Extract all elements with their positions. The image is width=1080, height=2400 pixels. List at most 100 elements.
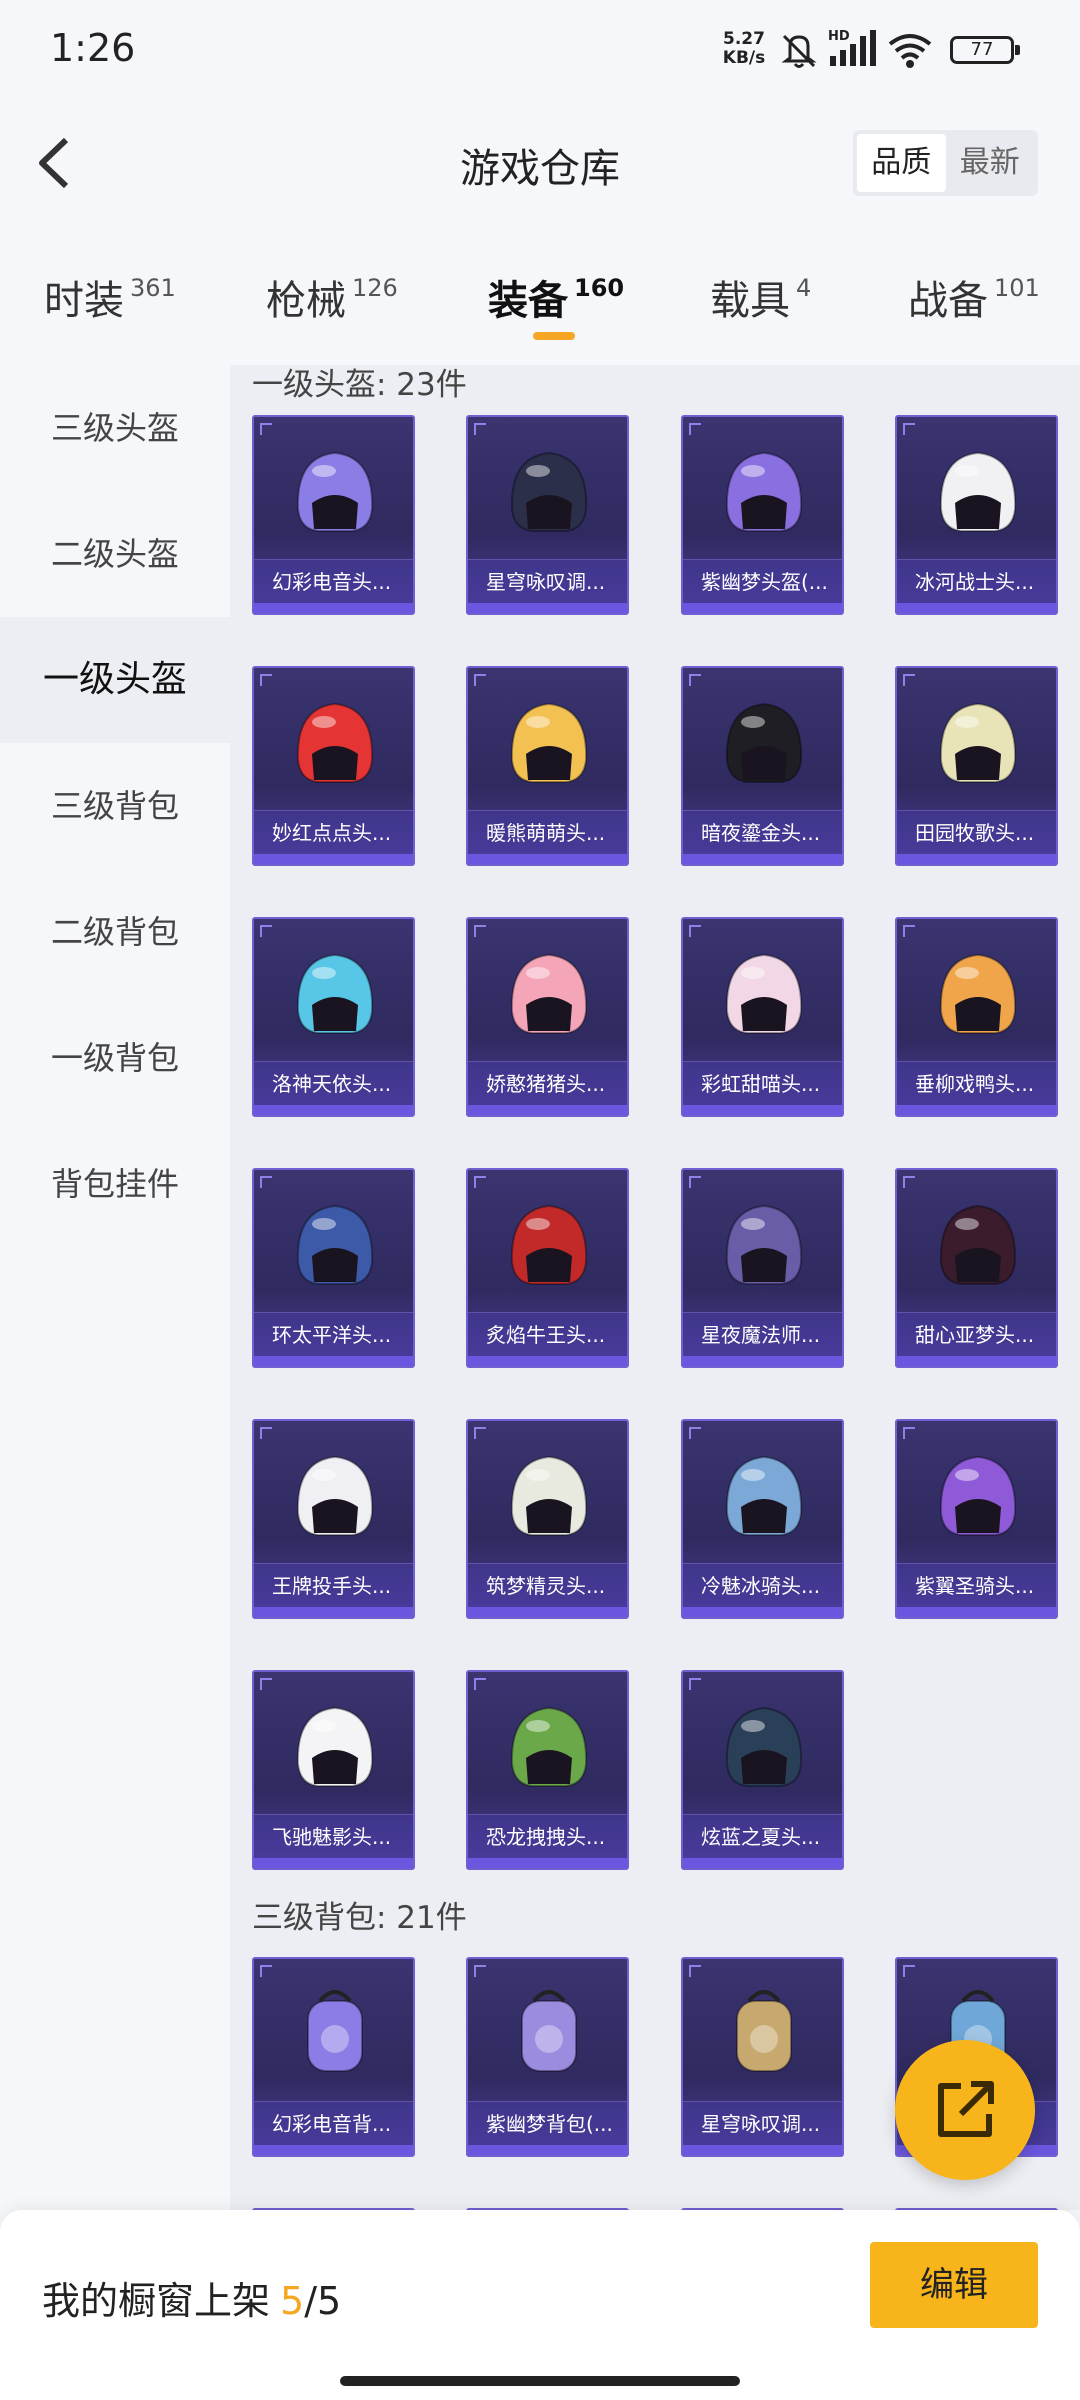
- item-name: 星夜魔法师...: [683, 1312, 842, 1356]
- backpack-icon: [736, 1990, 792, 2072]
- rarity-bar: [683, 2145, 842, 2155]
- helmet-icon: [939, 953, 1017, 1034]
- item-card[interactable]: 飞驰魅影头...: [252, 1670, 415, 1870]
- tab-label: 战备: [908, 278, 988, 324]
- card-corner-decoration: [903, 423, 915, 435]
- tab-count: 101: [994, 274, 1040, 302]
- battery-indicator: 77: [950, 36, 1020, 64]
- tab-count: 160: [574, 274, 625, 302]
- item-card[interactable]: 炙焰牛王头...: [466, 1168, 629, 1368]
- rarity-bar: [468, 2145, 627, 2155]
- item-name: 环太平洋头...: [254, 1312, 413, 1356]
- side-item-level3-backpack[interactable]: 三级背包: [0, 743, 230, 869]
- item-card[interactable]: 垂柳戏鸭头...: [895, 917, 1058, 1117]
- sort-quality-button[interactable]: 品质: [857, 134, 946, 192]
- bottom-bar: 我的橱窗上架 5/5 编辑: [0, 2210, 1080, 2400]
- item-card[interactable]: 暖熊萌萌头...: [466, 666, 629, 866]
- rarity-bar: [683, 1858, 842, 1868]
- helmet-icon: [939, 1455, 1017, 1536]
- item-name: 恐龙拽拽头...: [468, 1814, 627, 1858]
- category-tabs: 时装 361 枪械 126 装备 160 载具 4 战备 101: [0, 250, 1080, 350]
- card-corner-decoration: [474, 1427, 486, 1439]
- item-card[interactable]: 紫翼圣骑头...: [895, 1419, 1058, 1619]
- item-card[interactable]: 娇憨猪猪头...: [466, 917, 629, 1117]
- helmet-icon: [296, 953, 374, 1034]
- item-card[interactable]: 冷魅冰骑头...: [681, 1419, 844, 1619]
- side-item-backpack-charm[interactable]: 背包挂件: [0, 1121, 230, 1247]
- tab-vehicles[interactable]: 载具 4: [710, 268, 811, 326]
- side-item-level1-helmet[interactable]: 一级头盔: [0, 617, 230, 743]
- item-card[interactable]: 紫幽梦头盔(...: [681, 415, 844, 615]
- side-item-level2-helmet[interactable]: 二级头盔: [0, 491, 230, 617]
- tab-combat-gear[interactable]: 战备 101: [908, 268, 1040, 326]
- home-indicator[interactable]: [340, 2376, 740, 2386]
- edit-button[interactable]: 编辑: [870, 2242, 1038, 2328]
- item-card[interactable]: 田园牧歌头...: [895, 666, 1058, 866]
- item-name: 筑梦精灵头...: [468, 1563, 627, 1607]
- item-card[interactable]: 炫蓝之夏头...: [681, 1670, 844, 1870]
- tab-equipment[interactable]: 装备 160: [488, 268, 624, 326]
- rarity-bar: [683, 1105, 842, 1115]
- side-menu: 三级头盔 二级头盔 一级头盔 三级背包 二级背包 一级背包 背包挂件: [0, 365, 230, 2210]
- item-name: 星穹咏叹调...: [468, 559, 627, 603]
- card-corner-decoration: [260, 423, 272, 435]
- rarity-bar: [683, 854, 842, 864]
- item-card[interactable]: 星穹咏叹调...: [466, 415, 629, 615]
- card-corner-decoration: [260, 1176, 272, 1188]
- rarity-bar: [254, 603, 413, 613]
- item-card[interactable]: 星穹咏叹调...: [681, 1957, 844, 2157]
- item-card[interactable]: 环太平洋头...: [252, 1168, 415, 1368]
- item-card[interactable]: 幻彩电音背...: [252, 1957, 415, 2157]
- item-card[interactable]: 幻彩电音头...: [252, 415, 415, 615]
- showcase-current: 5: [280, 2279, 305, 2323]
- header: 游戏仓库 品质 最新: [0, 100, 1080, 230]
- item-card[interactable]: 冰河战士头...: [895, 415, 1058, 615]
- side-item-level1-backpack[interactable]: 一级背包: [0, 995, 230, 1121]
- sort-toggle: 品质 最新: [853, 130, 1038, 196]
- item-card[interactable]: 筑梦精灵头...: [466, 1419, 629, 1619]
- helmet-icon: [725, 451, 803, 532]
- helmet-icon: [510, 702, 588, 783]
- item-card[interactable]: 恐龙拽拽头...: [466, 1670, 629, 1870]
- helmet-icon: [296, 1204, 374, 1285]
- card-corner-decoration: [474, 1176, 486, 1188]
- tab-count: 126: [352, 274, 398, 302]
- card-corner-decoration: [689, 1427, 701, 1439]
- item-card[interactable]: 洛神天依头...: [252, 917, 415, 1117]
- item-name: 飞驰魅影头...: [254, 1814, 413, 1858]
- side-item-level2-backpack[interactable]: 二级背包: [0, 869, 230, 995]
- card-corner-decoration: [903, 1427, 915, 1439]
- item-name: 暖熊萌萌头...: [468, 810, 627, 854]
- card-corner-decoration: [903, 1965, 915, 1977]
- item-card[interactable]: 妙红点点头...: [252, 666, 415, 866]
- item-card[interactable]: 甜心亚梦头...: [895, 1168, 1058, 1368]
- helmet-icon: [296, 702, 374, 783]
- item-card[interactable]: 紫幽梦背包(...: [466, 1957, 629, 2157]
- item-card[interactable]: 彩虹甜喵头...: [681, 917, 844, 1117]
- tab-weapons[interactable]: 枪械 126: [266, 268, 398, 326]
- tab-label: 载具: [710, 278, 790, 324]
- card-corner-decoration: [689, 925, 701, 937]
- card-corner-decoration: [903, 674, 915, 686]
- item-card[interactable]: 星夜魔法师...: [681, 1168, 844, 1368]
- helmet-icon: [296, 1706, 374, 1787]
- rarity-bar: [254, 1105, 413, 1115]
- item-grid: 一级头盔: 23件 三级背包: 21件 幻彩电音头... 星穹咏叹调... 紫幽梦头…: [230, 365, 1080, 2210]
- share-icon[interactable]: [895, 2040, 1035, 2180]
- rarity-bar: [254, 1607, 413, 1617]
- backpack-icon: [521, 1990, 577, 2072]
- rarity-bar: [897, 1607, 1056, 1617]
- item-name: 炙焰牛王头...: [468, 1312, 627, 1356]
- card-corner-decoration: [260, 1678, 272, 1690]
- sort-newest-button[interactable]: 最新: [946, 134, 1035, 192]
- tab-fashion[interactable]: 时装 361: [44, 268, 176, 326]
- item-name: 彩虹甜喵头...: [683, 1061, 842, 1105]
- card-corner-decoration: [689, 1678, 701, 1690]
- item-card[interactable]: 王牌投手头...: [252, 1419, 415, 1619]
- rarity-bar: [254, 854, 413, 864]
- item-name: 冰河战士头...: [897, 559, 1056, 603]
- helmet-icon: [296, 1455, 374, 1536]
- item-card[interactable]: 暗夜鎏金头...: [681, 666, 844, 866]
- side-item-level3-helmet[interactable]: 三级头盔: [0, 365, 230, 491]
- card-corner-decoration: [260, 1427, 272, 1439]
